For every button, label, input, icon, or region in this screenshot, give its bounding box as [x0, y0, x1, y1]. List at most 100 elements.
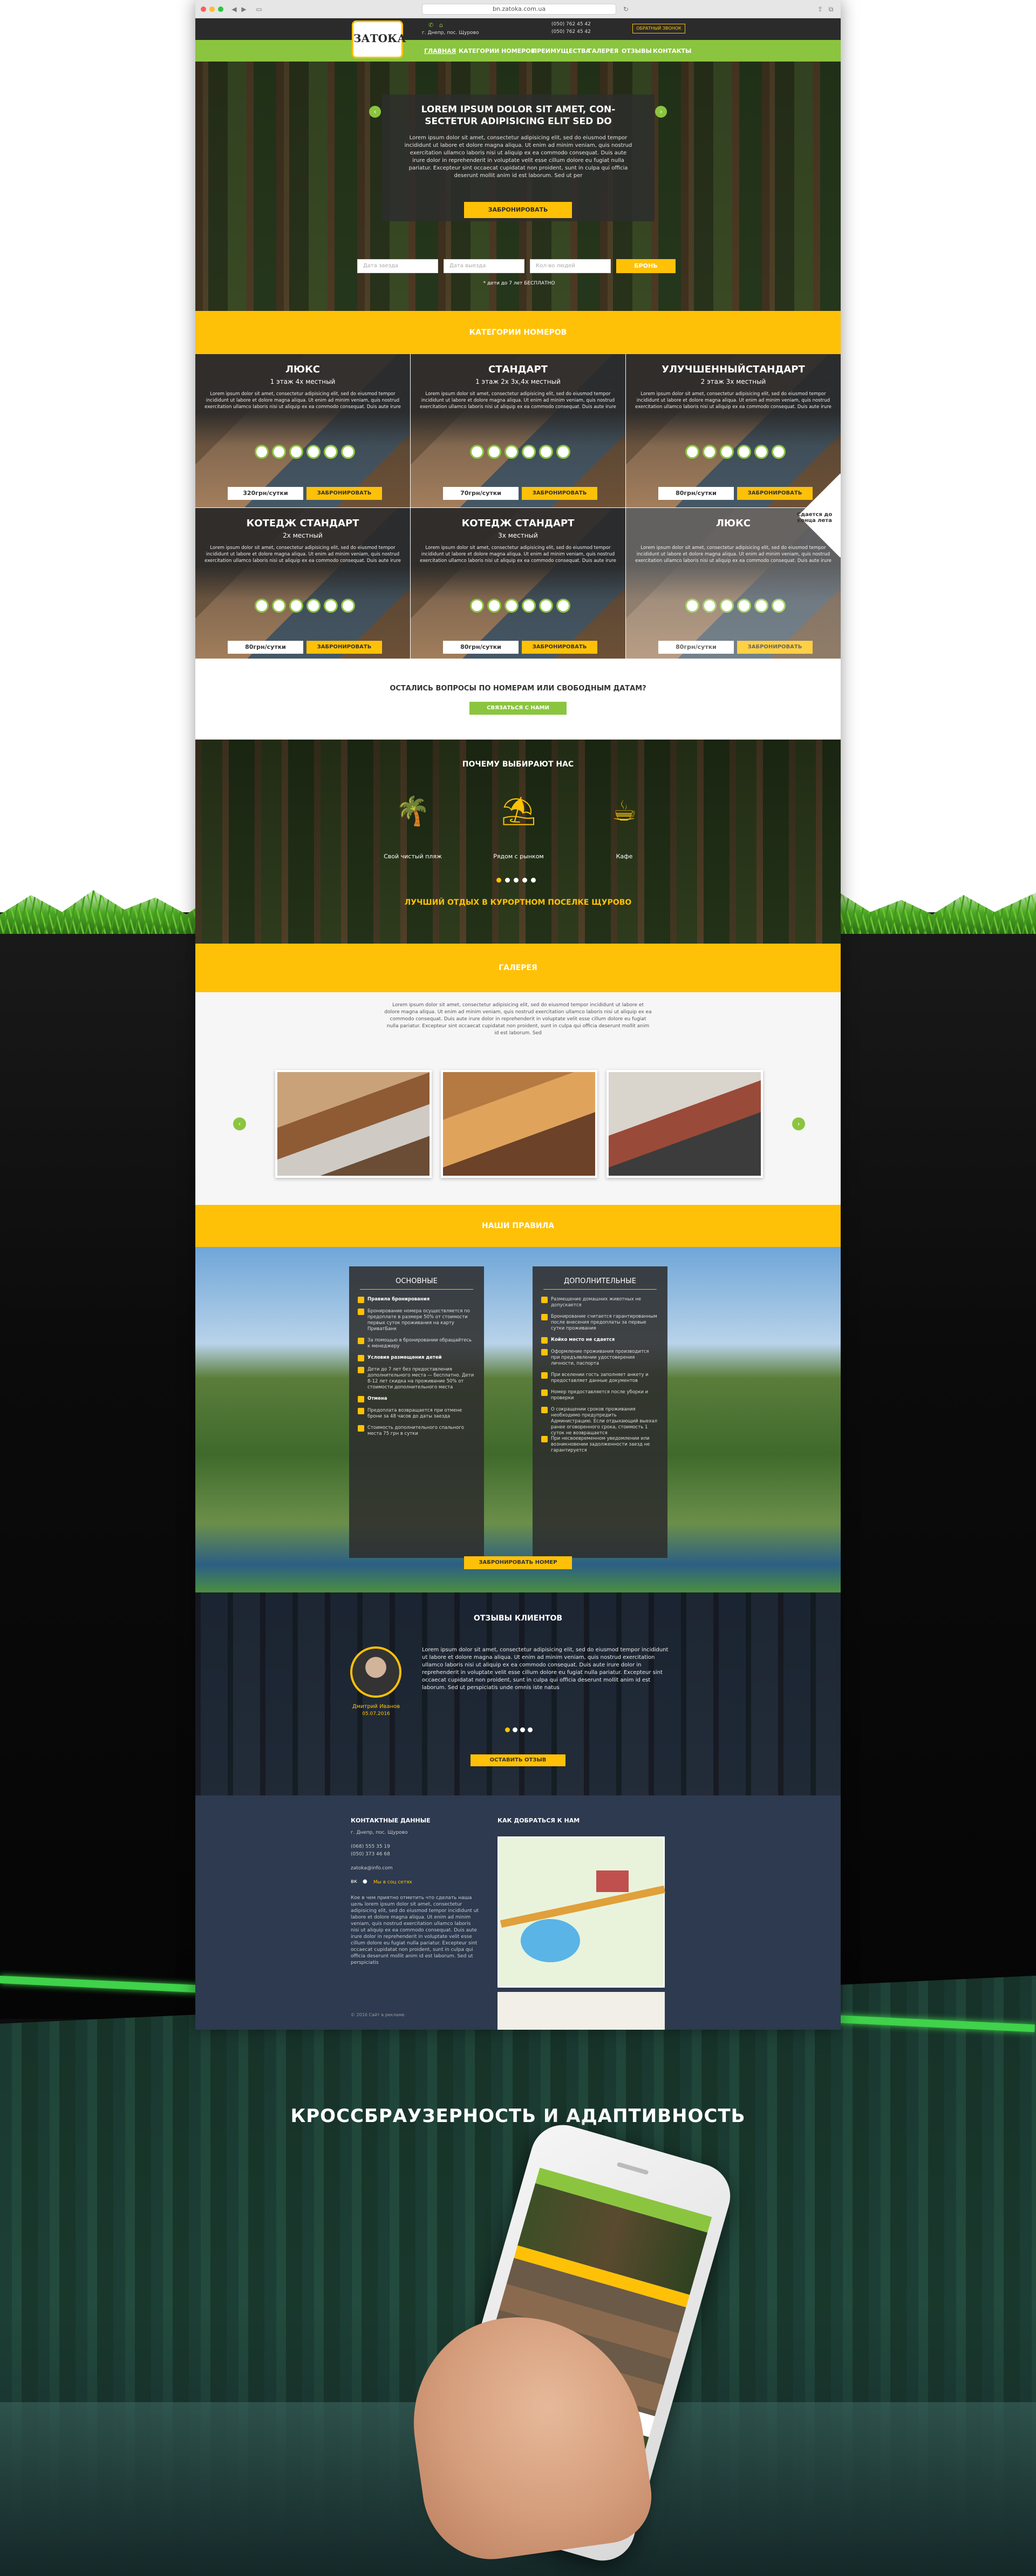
- nav-gallery[interactable]: ГАЛЕРЕЯ: [588, 48, 618, 55]
- map-building: [596, 1870, 629, 1892]
- footer-email[interactable]: zatoka@info.com: [351, 1866, 393, 1871]
- sidebar-icon[interactable]: ▭: [255, 5, 263, 13]
- rules-title: НАШИ ПРАВИЛА: [195, 1205, 841, 1247]
- room-book-button[interactable]: ЗАБРОНИРОВАТЬ: [522, 487, 597, 500]
- room-book-button[interactable]: ЗАБРОНИРОВАТЬ: [522, 641, 597, 654]
- room-photo: [195, 354, 410, 507]
- room-price: 80грн/сутки: [658, 487, 734, 500]
- leave-review-button[interactable]: ОСТАВИТЬ ОТЗЫВ: [471, 1754, 565, 1766]
- why-pager-dot-3[interactable]: [514, 878, 519, 883]
- check-out-date-field[interactable]: Дата выезда: [444, 259, 524, 273]
- back-arrow-icon[interactable]: ◀: [230, 5, 238, 13]
- room-card[interactable]: КОТЕДЖ СТАНДАРТ 2х местный Lorem ipsum dol…: [195, 508, 410, 661]
- review-pager-dot-4[interactable]: [528, 1727, 533, 1732]
- tabs-icon[interactable]: ⧉: [827, 5, 835, 13]
- hero-next-arrow[interactable]: ›: [655, 106, 667, 118]
- reload-icon[interactable]: ↻: [622, 5, 630, 13]
- nav-advantages[interactable]: ПРЕИМУЩЕСТВА: [532, 48, 590, 55]
- social-icon[interactable]: ●: [363, 1879, 367, 1884]
- rule-item: Койко место не сдается: [551, 1337, 615, 1343]
- room-price: 80грн/сутки: [443, 641, 519, 654]
- room-card[interactable]: КОТЕДЖ СТАНДАРТ 3х местный Lorem ipsum dol…: [411, 508, 625, 661]
- booking-note: * дети до 7 лет БЕСПЛАТНО: [483, 281, 555, 286]
- room-card[interactable]: ЛЮКС Lorem ipsum dolor sit amet, consecte…: [626, 508, 841, 661]
- amenity-icon: [324, 599, 338, 613]
- hero-title-line-2: SECTETUR ADIPISICING ELIT SED DO: [425, 116, 612, 127]
- logo-text: ЗАТОКА: [353, 32, 406, 45]
- why-pager-dot-5[interactable]: [531, 878, 536, 883]
- footer-phone-1[interactable]: (068) 555 35 19: [351, 1844, 390, 1849]
- forward-arrow-icon[interactable]: ▶: [240, 5, 248, 13]
- amenity-icon: [470, 599, 484, 613]
- room-description: Lorem ipsum dolor sit amet, consectetur …: [205, 391, 401, 410]
- room-book-button[interactable]: ЗАБРОНИРОВАТЬ: [737, 641, 813, 654]
- hero-book-button[interactable]: ЗАБРОНИРОВАТЬ: [464, 202, 572, 218]
- amenity-icon: [255, 599, 269, 613]
- book-room-button[interactable]: ЗАБРОНИРОВАТЬ НОМЕР: [464, 1556, 572, 1569]
- rule-icon: [358, 1425, 364, 1432]
- gallery-image-2[interactable]: [441, 1070, 597, 1178]
- why-pager-dot-1[interactable]: [496, 878, 501, 883]
- nav-room-categories[interactable]: КАТЕГОРИИ НОМЕРОВ: [459, 48, 535, 55]
- booking-submit-button[interactable]: БРОНЬ: [616, 259, 676, 273]
- nav-home[interactable]: ГЛАВНАЯ: [424, 48, 456, 55]
- illustrated-map[interactable]: [497, 1836, 666, 1988]
- room-photo: [195, 508, 410, 661]
- review-pager-dot-3[interactable]: [520, 1727, 525, 1732]
- amenity-icon: [470, 445, 484, 459]
- browser-toolbar: ◀ ▶ ▭ bn.zatoka.com.ua ↻ ⇪ ⧉: [195, 0, 841, 18]
- gallery-title: ГАЛЕРЕЯ: [195, 944, 841, 992]
- amenity-icon: [703, 599, 717, 613]
- room-price: 320грн/сутки: [228, 487, 303, 500]
- room-book-button[interactable]: ЗАБРОНИРОВАТЬ: [306, 641, 382, 654]
- amenity-icon: [522, 599, 536, 613]
- rule-item: При несвоевременном уведомлении или возн…: [551, 1436, 650, 1453]
- vk-icon[interactable]: вк: [351, 1879, 357, 1884]
- rule-icon: [358, 1338, 364, 1344]
- maximize-window-button[interactable]: [218, 6, 223, 12]
- why-title: ПОЧЕМУ ВЫБИРАЮТ НАС: [462, 760, 574, 769]
- gallery-image-3[interactable]: [606, 1070, 763, 1178]
- minimize-window-button[interactable]: [209, 6, 215, 12]
- rule-icon: [541, 1314, 548, 1320]
- footer-phone-2[interactable]: (050) 373 46 68: [351, 1852, 390, 1857]
- why-pager-dot-4[interactable]: [522, 878, 527, 883]
- room-book-button[interactable]: ЗАБРОНИРОВАТЬ: [737, 487, 813, 500]
- gallery-prev-arrow[interactable]: ‹: [233, 1117, 246, 1130]
- contact-us-button[interactable]: СВЯЗАТЬСЯ С НАМИ: [469, 702, 567, 715]
- room-price: 80грн/сутки: [228, 641, 303, 654]
- rules-extra-box: ДОПОЛНИТЕЛЬНЫЕ Размещение домашних живот…: [533, 1266, 667, 1558]
- amenity-icon: [754, 445, 768, 459]
- room-card[interactable]: ЛЮКС 1 этаж 4х местный Lorem ipsum dolor s…: [195, 354, 410, 507]
- check-in-date-field[interactable]: Дата заезда: [357, 259, 438, 273]
- rule-icon: [541, 1297, 548, 1303]
- gallery-image-1[interactable]: [275, 1070, 432, 1178]
- why-item-market: Рядом с рынком: [493, 853, 544, 860]
- site-topbar: [195, 18, 841, 40]
- review-pager-dot-1[interactable]: [505, 1727, 510, 1732]
- room-card[interactable]: СТАНДАРТ 1 этаж 2х 3х,4х местный Lorem ips…: [411, 354, 625, 507]
- top-phone-2[interactable]: (050) 762 45 42: [551, 29, 591, 35]
- hero-prev-arrow[interactable]: ‹: [369, 106, 381, 118]
- rules-section: [195, 1247, 841, 1592]
- close-window-button[interactable]: [201, 6, 206, 12]
- share-icon[interactable]: ⇪: [816, 5, 824, 13]
- nav-contacts[interactable]: КОНТАКТЫ: [653, 48, 691, 55]
- top-phone-1[interactable]: (050) 762 45 42: [551, 22, 591, 27]
- street-map[interactable]: [497, 1992, 665, 2030]
- adaptive-title: КРОССБРАУЗЕРНОСТЬ И АДАПТИВНОСТЬ: [290, 2105, 746, 2127]
- review-pager-dot-2[interactable]: [513, 1727, 517, 1732]
- amenity-icon: [289, 599, 303, 613]
- rule-icon: [358, 1367, 364, 1373]
- footer-copyright: © 2016 Сайт в рекламе: [351, 2012, 405, 2017]
- guests-field[interactable]: Кол-во людей: [530, 259, 611, 273]
- callback-button[interactable]: ОБРАТНЫЙ ЗВОНОК: [632, 24, 685, 33]
- rule-icon: [358, 1396, 364, 1402]
- address-bar[interactable]: bn.zatoka.com.ua: [422, 4, 616, 15]
- room-card[interactable]: УЛУЧШЕННЫЙСТАНДАРТ 2 этаж 3х местный Lorem…: [626, 354, 841, 507]
- why-pager-dot-2[interactable]: [505, 878, 510, 883]
- room-book-button[interactable]: ЗАБРОНИРОВАТЬ: [306, 487, 382, 500]
- gallery-next-arrow[interactable]: ›: [792, 1117, 805, 1130]
- nav-reviews[interactable]: ОТЗЫВЫ: [622, 48, 652, 55]
- site-logo[interactable]: ЗАТОКА: [352, 21, 406, 58]
